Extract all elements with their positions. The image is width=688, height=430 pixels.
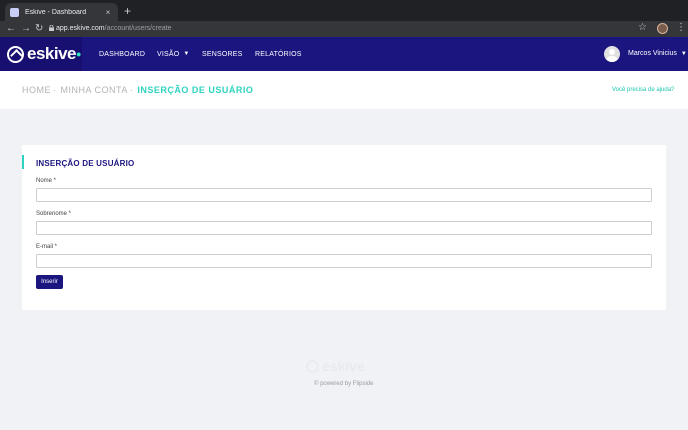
user-form-card: INSERÇÃO DE USUÁRIO Nome * Sobrenome * E…	[22, 145, 666, 310]
email-field[interactable]	[36, 254, 652, 268]
user-name: Marcos Vinicius	[628, 50, 677, 57]
email-label: E-mail *	[36, 244, 58, 250]
brand-dot-icon: ●	[76, 49, 82, 59]
first-name-label: Nome *	[36, 178, 57, 184]
breadcrumb-home[interactable]: HOME	[22, 85, 51, 95]
browser-tab-bar: Eskive - Dashboard × +	[0, 0, 688, 21]
card-accent-bar	[22, 155, 24, 169]
browser-tab[interactable]: Eskive - Dashboard ×	[5, 3, 118, 21]
forward-icon[interactable]: →	[21, 22, 31, 36]
tab-close-icon[interactable]: ×	[103, 8, 113, 17]
breadcrumb: HOME · MINHA CONTA · INSERÇÃO DE USUÁRIO	[22, 85, 253, 95]
footer-logo-icon	[306, 359, 319, 373]
browser-address-bar: ← → ↻ app.eskive.com/account/users/creat…	[0, 21, 688, 37]
url-path: /account/users/create	[104, 25, 172, 32]
browser-menu-icon[interactable]: ⋮	[676, 22, 686, 33]
breadcrumb-account[interactable]: MINHA CONTA	[61, 85, 128, 95]
tab-title: Eskive - Dashboard	[25, 8, 87, 16]
lock-icon	[49, 25, 54, 31]
form-title: INSERÇÃO DE USUÁRIO	[36, 159, 135, 168]
user-avatar[interactable]	[604, 46, 620, 62]
breadcrumb-bar: HOME · MINHA CONTA · INSERÇÃO DE USUÁRIO Voc…	[0, 71, 688, 109]
reload-icon[interactable]: ↻	[35, 22, 43, 36]
breadcrumb-separator: ·	[129, 85, 134, 95]
footer-brand: eskive	[322, 358, 365, 374]
help-link[interactable]: Você precisa de ajuda?	[612, 87, 674, 93]
bookmark-star-icon[interactable]: ☆	[638, 22, 647, 33]
last-name-field[interactable]	[36, 221, 652, 235]
breadcrumb-current: INSERÇÃO DE USUÁRIO	[137, 85, 254, 95]
first-name-field[interactable]	[36, 188, 652, 202]
footer-logo: eskive	[306, 358, 365, 374]
footer-powered-by: © powered by Flipside	[314, 381, 374, 387]
brand-name: eskive	[27, 44, 77, 63]
chevron-down-icon: ▼	[183, 51, 190, 57]
url-field[interactable]: app.eskive.com/account/users/create	[56, 24, 172, 34]
nav-visao[interactable]: VISÃO ▼	[157, 37, 190, 71]
eskive-logo-icon	[7, 45, 24, 63]
user-menu[interactable]: Marcos Vinicius ▼	[628, 50, 687, 57]
nav-sensores[interactable]: SENSORES	[202, 37, 243, 71]
url-domain: app.eskive.com	[56, 25, 105, 32]
brand-logo[interactable]: eskive ●	[0, 37, 82, 71]
nav-visao-label: VISÃO	[157, 50, 180, 58]
submit-button[interactable]: Inserir	[36, 275, 63, 289]
app-header: eskive ● DASHBOARD VISÃO ▼ SENSORES RELATÓ…	[0, 37, 688, 71]
browser-profile-avatar[interactable]	[657, 23, 668, 34]
nav-relatorios[interactable]: RELATÓRIOS	[255, 37, 302, 71]
favicon-icon	[10, 7, 19, 17]
last-name-label: Sobrenome *	[36, 211, 72, 217]
chevron-down-icon: ▼	[680, 51, 687, 57]
breadcrumb-separator: ·	[53, 85, 57, 95]
new-tab-icon[interactable]: +	[124, 4, 131, 18]
nav-dashboard[interactable]: DASHBOARD	[99, 37, 145, 71]
back-icon[interactable]: ←	[6, 22, 16, 36]
